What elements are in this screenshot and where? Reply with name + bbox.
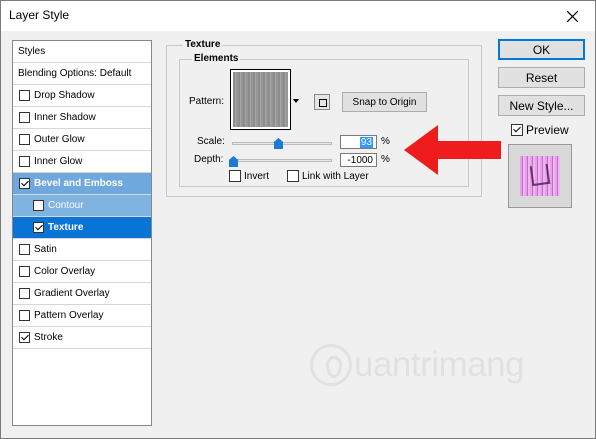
drop-shadow-checkbox[interactable] [19, 90, 30, 101]
contour-checkbox[interactable] [33, 200, 44, 211]
depth-unit: % [381, 154, 390, 165]
elements-group-title: Elements [192, 53, 241, 64]
texture-checkbox[interactable] [33, 222, 44, 233]
depth-label: Depth: [194, 154, 224, 165]
style-item-contour[interactable]: Contour [13, 195, 151, 217]
invert-option[interactable]: Invert [229, 170, 269, 182]
style-item-bevel-and-emboss[interactable]: Bevel and Emboss [13, 173, 151, 195]
red-arrow-icon [404, 125, 501, 175]
depth-input[interactable]: -1000 [340, 153, 377, 167]
new-preset-icon[interactable] [314, 94, 330, 110]
preview-option[interactable]: Preview [511, 123, 569, 137]
style-preview-thumbnail [508, 144, 572, 208]
depth-value: -1000 [347, 154, 373, 166]
preview-glyph [529, 163, 551, 187]
bevel-and-emboss-checkbox[interactable] [19, 178, 30, 189]
texture-group-title: Texture [183, 39, 223, 50]
color-overlay-checkbox[interactable] [19, 266, 30, 277]
blending-options-label: Blending Options: Default [18, 68, 132, 79]
style-item-label: Satin [34, 244, 57, 255]
style-item-label: Color Overlay [34, 266, 96, 277]
style-item-label: Stroke [34, 332, 63, 343]
pattern-swatch[interactable] [230, 69, 291, 130]
satin-checkbox[interactable] [19, 244, 30, 255]
reset-button[interactable]: Reset [498, 67, 585, 88]
new-style-button[interactable]: New Style... [498, 95, 585, 116]
style-item-satin[interactable]: Satin [13, 239, 151, 261]
style-item-outer-glow[interactable]: Outer Glow [13, 129, 151, 151]
scale-input[interactable]: 93 [340, 135, 377, 149]
style-item-label: Inner Glow [34, 156, 83, 167]
window-title: Layer Style [9, 8, 70, 22]
style-item-color-overlay[interactable]: Color Overlay [13, 261, 151, 283]
watermark-text: uantrimang [354, 345, 525, 384]
close-button[interactable] [549, 1, 595, 31]
inner-glow-checkbox[interactable] [19, 156, 30, 167]
styles-list: Styles Blending Options: Default Drop Sh… [12, 40, 152, 426]
style-item-label: Contour [48, 200, 84, 211]
gradient-overlay-checkbox[interactable] [19, 288, 30, 299]
style-item-texture[interactable]: Texture [13, 217, 151, 239]
style-item-stroke[interactable]: Stroke [13, 327, 151, 349]
scale-value: 93 [359, 136, 373, 148]
stroke-checkbox[interactable] [19, 332, 30, 343]
preview-swatch [520, 156, 560, 196]
link-with-layer-option[interactable]: Link with Layer [287, 170, 369, 182]
styles-header[interactable]: Styles [13, 41, 151, 63]
style-item-inner-shadow[interactable]: Inner Shadow [13, 107, 151, 129]
close-icon [566, 10, 578, 22]
style-item-label: Gradient Overlay [34, 288, 110, 299]
style-item-label: Texture [48, 222, 84, 233]
style-item-label: Inner Shadow [34, 112, 96, 123]
link-with-layer-label: Link with Layer [302, 170, 369, 182]
watermark-logo-icon [310, 344, 352, 386]
invert-checkbox[interactable] [229, 170, 241, 182]
scale-label: Scale: [197, 136, 225, 147]
title-bar: Layer Style [1, 1, 595, 31]
blending-options-item[interactable]: Blending Options: Default [13, 63, 151, 85]
style-item-pattern-overlay[interactable]: Pattern Overlay [13, 305, 151, 327]
style-item-label: Bevel and Emboss [34, 178, 123, 189]
pattern-label: Pattern: [189, 96, 225, 107]
link-with-layer-checkbox[interactable] [287, 170, 299, 182]
pattern-overlay-checkbox[interactable] [19, 310, 30, 321]
depth-slider-track[interactable] [232, 159, 332, 162]
pattern-texture-preview [233, 72, 288, 127]
style-item-label: Drop Shadow [34, 90, 95, 101]
styles-header-label: Styles [18, 46, 46, 57]
scale-unit: % [381, 136, 390, 147]
snap-to-origin-button[interactable]: Snap to Origin [342, 92, 427, 112]
style-item-gradient-overlay[interactable]: Gradient Overlay [13, 283, 151, 305]
style-item-inner-glow[interactable]: Inner Glow [13, 151, 151, 173]
preview-label: Preview [526, 123, 569, 137]
style-item-label: Pattern Overlay [34, 310, 104, 321]
outer-glow-checkbox[interactable] [19, 134, 30, 145]
invert-label: Invert [244, 170, 270, 182]
watermark: uantrimang [310, 344, 525, 386]
style-item-label: Outer Glow [34, 134, 85, 145]
ok-button[interactable]: OK [498, 39, 585, 60]
layer-style-dialog: Layer Style Styles Blending Options: Def… [0, 0, 596, 439]
preview-checkbox[interactable] [511, 124, 523, 136]
style-item-drop-shadow[interactable]: Drop Shadow [13, 85, 151, 107]
pattern-dropdown-arrow-icon[interactable] [292, 96, 300, 106]
inner-shadow-checkbox[interactable] [19, 112, 30, 123]
